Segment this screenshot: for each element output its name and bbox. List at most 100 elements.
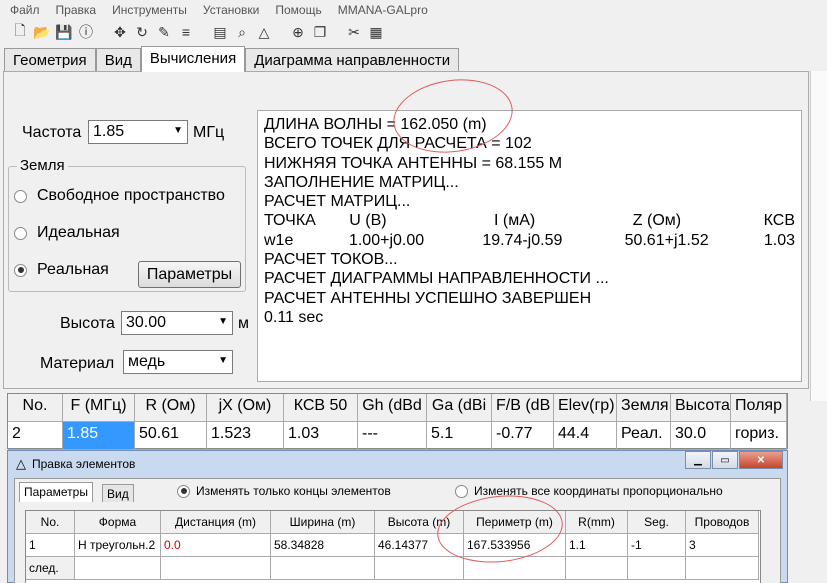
table-cell[interactable]: 58.34828 (271, 534, 375, 557)
menu-file[interactable]: Файл (0, 3, 46, 17)
table-cell[interactable] (271, 557, 375, 580)
table-cell[interactable]: 0.0 (161, 534, 271, 557)
table-cell[interactable] (161, 557, 271, 580)
edit-ends-only-radio[interactable]: Изменять только концы элементов (177, 484, 391, 498)
tab-pattern[interactable]: Диаграмма направленности (245, 48, 460, 72)
document-icon[interactable]: ▤ (210, 23, 230, 41)
dialog-title: △ Правка элементов (16, 456, 135, 472)
ground-params-button[interactable]: Параметры (138, 261, 241, 288)
material-combo[interactable]: медь ▼ (123, 350, 233, 374)
column-header[interactable]: Периметр (m) (464, 511, 566, 534)
ground-ideal-radio[interactable]: Идеальная (14, 224, 120, 242)
menu-help[interactable]: Помощь (265, 3, 327, 17)
new-file-icon[interactable]: 🗋 (10, 22, 30, 41)
table-cell[interactable]: 1 (26, 534, 75, 557)
table-cell[interactable]: -0.77 (492, 422, 554, 450)
column-header[interactable]: Проводов (686, 511, 759, 534)
output-cell: U (B) (349, 212, 387, 230)
tools-icon[interactable]: ✂ (344, 23, 364, 41)
close-icon[interactable]: ✕ (739, 451, 783, 469)
target-icon[interactable]: ⊕ (288, 23, 308, 41)
save-icon[interactable]: 💾 (54, 23, 74, 41)
menu-mmana[interactable]: MMANA-GALpro (328, 3, 434, 17)
frequency-combo[interactable]: 1.85 ▼ (88, 120, 188, 144)
table-cell[interactable] (628, 557, 686, 580)
output-cell: 1.00+j0.00 (348, 231, 425, 249)
table-cell[interactable]: 46.14377 (375, 534, 464, 557)
column-header[interactable]: Ширина (m) (271, 511, 375, 534)
column-header[interactable]: Ga (dBi (427, 394, 492, 422)
table-cell[interactable]: гориз. (731, 422, 787, 450)
dialog-tab-view[interactable]: Вид (102, 484, 134, 502)
open-folder-icon[interactable]: 📂 (32, 23, 52, 41)
column-header[interactable]: jX (Ом) (207, 394, 284, 422)
table-cell[interactable]: 2 (8, 422, 63, 450)
height-label: Высота (60, 315, 115, 332)
tab-calculations[interactable]: Вычисления (140, 46, 246, 72)
table-cell[interactable] (464, 557, 566, 580)
radio-checked-icon (177, 484, 190, 498)
edit-icon[interactable]: ✎ (154, 23, 174, 41)
table-cell-selected[interactable]: 1.85 (63, 422, 135, 450)
table-cell[interactable]: 50.61 (135, 422, 207, 450)
maximize-icon[interactable]: ▭ (712, 451, 738, 469)
table-row[interactable]: 2 1.85 50.61 1.523 1.03 --- 5.1 -0.77 44… (8, 422, 787, 450)
rotate-icon[interactable]: ↻ (132, 23, 152, 41)
table-row[interactable]: след. (26, 557, 759, 580)
table-cell[interactable]: 3 (686, 534, 759, 557)
triangle-icon[interactable]: △ (254, 23, 274, 41)
tab-geometry[interactable]: Геометрия (4, 48, 96, 72)
table-cell[interactable]: Н треугольн.2 (75, 534, 161, 557)
table-cell[interactable] (566, 557, 628, 580)
table-cell[interactable]: 44.4 (554, 422, 617, 450)
move-icon[interactable]: ✥ (110, 23, 130, 41)
copy-icon[interactable]: ❐ (310, 23, 330, 41)
column-header[interactable]: Gh (dBd (358, 394, 427, 422)
menu-edit[interactable]: Правка (46, 3, 103, 17)
table-cell[interactable]: 1.03 (284, 422, 358, 450)
dialog-tab-params[interactable]: Параметры (19, 482, 93, 502)
column-header[interactable]: Высота (671, 394, 731, 422)
zoom-icon[interactable]: ⌕ (232, 23, 252, 41)
edit-all-coords-radio[interactable]: Изменять все координаты пропорционально (455, 484, 723, 498)
table-cell[interactable] (686, 557, 759, 580)
table-cell[interactable]: 30.0 (671, 422, 731, 450)
column-header[interactable]: Земля (617, 394, 671, 422)
column-header[interactable]: No. (8, 394, 63, 422)
menu-tools[interactable]: Инструменты (102, 3, 193, 17)
table-cell[interactable]: 1.1 (566, 534, 628, 557)
column-header[interactable]: Высота (m) (375, 511, 464, 534)
column-header[interactable]: R(mm) (566, 511, 628, 534)
table-cell[interactable]: -1 (628, 534, 686, 557)
output-line: РАСЧЕТ МАТРИЦ... (264, 193, 411, 211)
column-header[interactable]: No. (26, 511, 75, 534)
column-header[interactable]: F (МГц) (63, 394, 135, 422)
table-cell[interactable]: 1.523 (207, 422, 284, 450)
calculator-icon[interactable]: ▦ (366, 23, 386, 41)
ground-real-radio[interactable]: Реальная (14, 261, 109, 279)
height-combo[interactable]: 30.00 ▼ (121, 311, 233, 335)
table-cell[interactable]: Реал. (617, 422, 671, 450)
column-header[interactable]: Seg. (628, 511, 686, 534)
column-header[interactable]: Поляр (731, 394, 787, 422)
menu-settings[interactable]: Установки (193, 3, 265, 17)
column-header[interactable]: R (Ом) (135, 394, 207, 422)
table-cell[interactable] (375, 557, 464, 580)
table-cell[interactable]: 167.533956 (464, 534, 566, 557)
info-icon[interactable]: ⓘ (76, 23, 96, 41)
column-header[interactable]: Дистанция (m) (161, 511, 271, 534)
table-row[interactable]: 1 Н треугольн.2 0.0 58.34828 46.14377 16… (26, 534, 759, 557)
table-cell[interactable]: 5.1 (427, 422, 492, 450)
ground-free-space-radio[interactable]: Свободное пространство (14, 187, 225, 205)
ground-option-label: Идеальная (37, 224, 120, 241)
table-cell[interactable]: --- (358, 422, 427, 450)
wire-icon[interactable]: ≡ (176, 23, 196, 41)
tab-view[interactable]: Вид (95, 48, 141, 72)
column-header[interactable]: Elev(гр) (554, 394, 617, 422)
column-header[interactable]: Форма (75, 511, 161, 534)
minimize-icon[interactable]: ▁ (685, 451, 711, 469)
table-cell[interactable]: след. (26, 557, 75, 580)
column-header[interactable]: F/B (dB (492, 394, 554, 422)
table-cell[interactable] (75, 557, 161, 580)
column-header[interactable]: КСВ 50 (284, 394, 358, 422)
